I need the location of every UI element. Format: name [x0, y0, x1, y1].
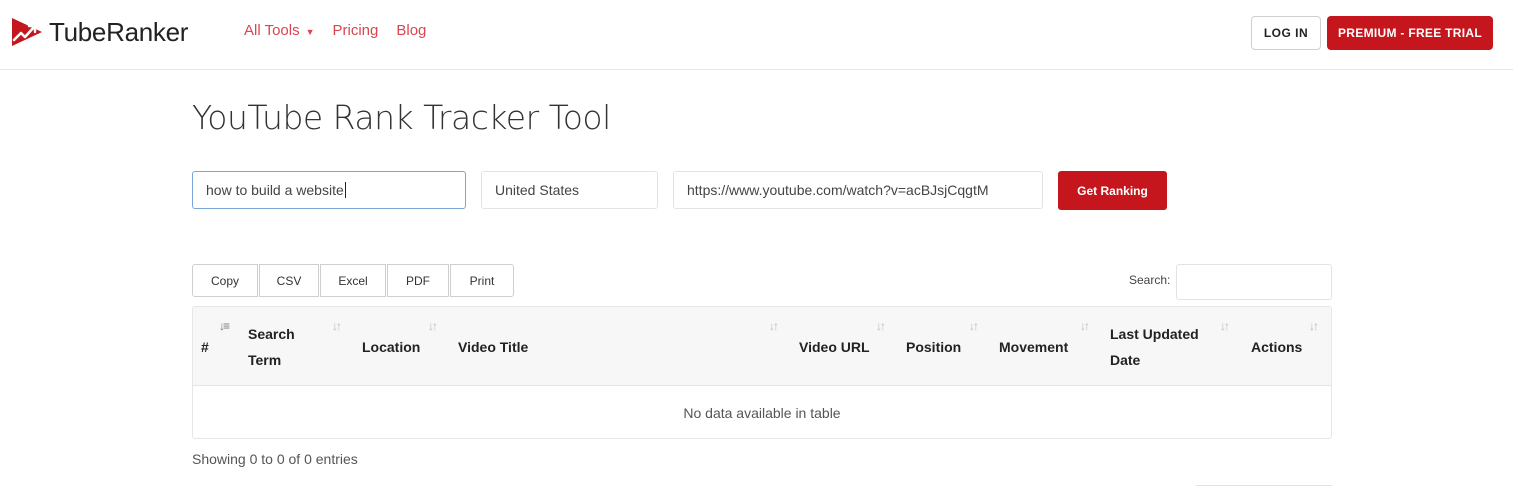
- text-cursor: [344, 182, 346, 198]
- column-header-position[interactable]: Position: [906, 307, 961, 386]
- chevron-down-icon: ▼: [305, 26, 315, 37]
- sort-arrows-icon[interactable]: ↓↑: [876, 319, 886, 333]
- page-title: YouTube Rank Tracker Tool: [192, 98, 611, 137]
- sort-numeric-asc-icon[interactable]: ↓≡: [219, 319, 230, 333]
- column-header-number[interactable]: #: [201, 307, 209, 386]
- column-header-video-url[interactable]: Video URL: [799, 307, 870, 386]
- premium-trial-button[interactable]: PREMIUM - FREE TRIAL: [1327, 16, 1493, 50]
- site-header: TubeRanker All Tools ▼ Pricing Blog LOG …: [0, 0, 1513, 70]
- table-info: Showing 0 to 0 of 0 entries: [192, 451, 358, 467]
- brand-name: TubeRanker: [49, 16, 189, 47]
- sort-arrows-icon[interactable]: ↓↑: [769, 319, 779, 333]
- column-header-location[interactable]: Location: [362, 307, 420, 386]
- play-trend-logo-icon: [12, 18, 42, 46]
- brand-logo[interactable]: TubeRanker: [9, 14, 188, 50]
- copy-button[interactable]: Copy: [192, 264, 258, 297]
- csv-button[interactable]: CSV: [259, 264, 319, 297]
- table-header: # ↓≡ Search Term ↓↑ Location ↓↑ Video Ti…: [193, 307, 1331, 386]
- sort-arrows-icon[interactable]: ↓↑: [1220, 319, 1230, 333]
- location-select[interactable]: United States: [481, 171, 658, 209]
- pdf-button[interactable]: PDF: [387, 264, 449, 297]
- export-buttons: Copy CSV Excel PDF Print: [192, 264, 515, 297]
- table-search-label: Search:: [1129, 273, 1171, 287]
- keyword-input[interactable]: how to build a website: [192, 171, 466, 209]
- excel-button[interactable]: Excel: [320, 264, 386, 297]
- nav-all-tools-label: All Tools: [244, 22, 300, 39]
- nav-blog[interactable]: Blog: [396, 22, 426, 39]
- video-url-input[interactable]: https://www.youtube.com/watch?v=acBJsjCq…: [673, 171, 1043, 209]
- login-button[interactable]: LOG IN: [1251, 16, 1321, 50]
- sort-arrows-icon[interactable]: ↓↑: [332, 319, 342, 333]
- table-search-input[interactable]: [1176, 264, 1332, 300]
- column-header-last-updated-date[interactable]: Last Updated Date: [1110, 307, 1210, 386]
- table-empty-message: No data available in table: [683, 404, 841, 421]
- print-button[interactable]: Print: [450, 264, 514, 297]
- column-header-movement[interactable]: Movement: [999, 307, 1068, 386]
- sort-arrows-icon[interactable]: ↓↑: [428, 319, 438, 333]
- rank-table: # ↓≡ Search Term ↓↑ Location ↓↑ Video Ti…: [192, 306, 1332, 439]
- location-select-value: United States: [495, 182, 580, 198]
- column-header-video-title[interactable]: Video Title: [458, 307, 528, 386]
- keyword-input-value: how to build a website: [206, 182, 344, 198]
- main-nav: All Tools ▼ Pricing Blog: [244, 22, 426, 39]
- column-header-search-term[interactable]: Search Term: [248, 307, 318, 386]
- nav-all-tools[interactable]: All Tools ▼: [244, 22, 315, 39]
- sort-arrows-icon[interactable]: ↓↑: [969, 319, 979, 333]
- get-ranking-button[interactable]: Get Ranking: [1058, 171, 1167, 210]
- sort-arrows-icon[interactable]: ↓↑: [1309, 319, 1319, 333]
- nav-pricing[interactable]: Pricing: [333, 22, 379, 39]
- sort-arrows-icon[interactable]: ↓↑: [1080, 319, 1090, 333]
- video-url-input-value: https://www.youtube.com/watch?v=acBJsjCq…: [687, 182, 989, 198]
- column-header-actions[interactable]: Actions: [1251, 307, 1302, 386]
